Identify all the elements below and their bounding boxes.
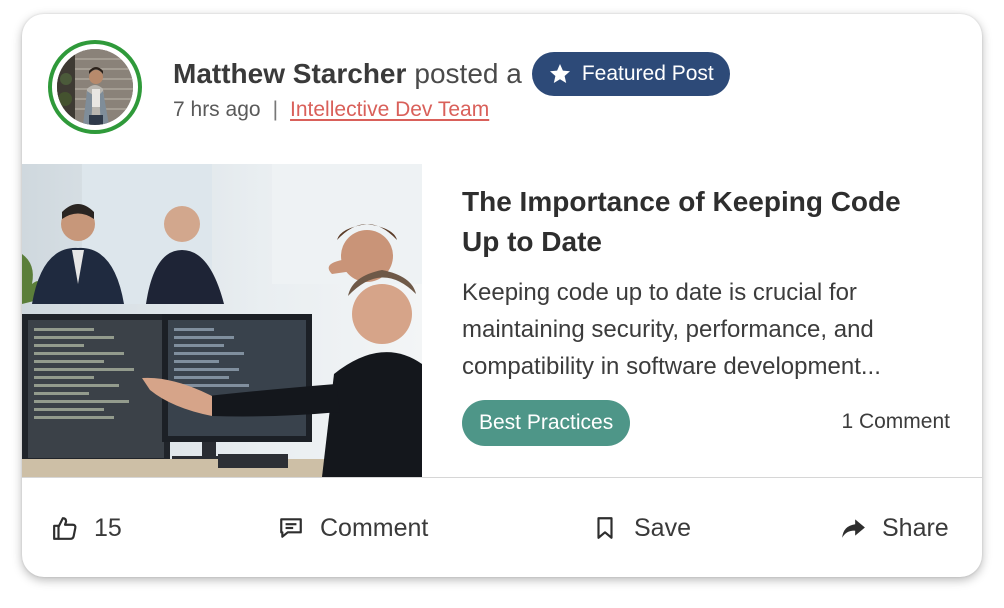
featured-post-badge: Featured Post <box>531 52 730 96</box>
timestamp: 7 hrs ago <box>173 98 261 121</box>
like-button[interactable]: 15 <box>52 508 122 548</box>
post-title[interactable]: The Importance of Keeping Code Up to Dat… <box>462 182 942 262</box>
author-name[interactable]: Matthew Starcher <box>173 58 406 90</box>
author-line: Matthew Starcher posted a Featured Post <box>173 52 730 96</box>
star-icon <box>549 64 570 83</box>
featured-post-label: Featured Post <box>581 62 714 85</box>
post-image[interactable] <box>22 164 422 477</box>
tag-chip[interactable]: Best Practices <box>462 400 631 446</box>
like-count: 15 <box>94 513 122 542</box>
post-meta: 7 hrs ago | Intellective Dev Team <box>173 98 489 122</box>
team-link[interactable]: Intellective Dev Team <box>290 98 489 122</box>
save-label: Save <box>634 513 691 542</box>
share-label: Share <box>882 513 949 542</box>
post-card: Matthew Starcher posted a Featured Post … <box>22 14 982 577</box>
action-bar: 15 Comment Save Share <box>22 478 982 577</box>
comment-button[interactable]: Comment <box>278 508 428 548</box>
post-content: The Importance of Keeping Code Up to Dat… <box>462 164 962 477</box>
post-header: Matthew Starcher posted a Featured Post … <box>22 14 982 164</box>
share-arrow-icon <box>842 519 865 538</box>
avatar[interactable] <box>48 40 142 134</box>
comment-bubble-icon <box>280 518 302 538</box>
posted-text: posted a <box>414 58 522 89</box>
share-button[interactable]: Share <box>840 508 949 548</box>
post-excerpt: Keeping code up to date is crucial for m… <box>462 279 881 380</box>
comment-count[interactable]: 1 Comment <box>841 410 950 434</box>
comment-label: Comment <box>320 513 429 542</box>
meta-separator: | <box>272 98 279 121</box>
save-button[interactable]: Save <box>592 508 691 548</box>
avatar-photo <box>57 49 133 125</box>
bookmark-icon <box>597 517 613 539</box>
thumbs-up-icon <box>53 517 77 540</box>
